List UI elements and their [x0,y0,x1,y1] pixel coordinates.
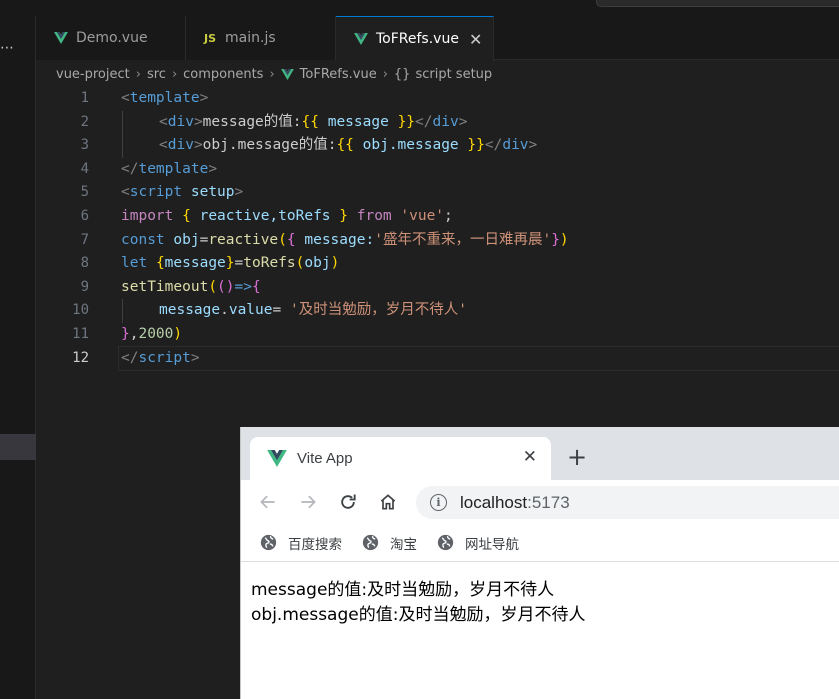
line-number: 7 [80,231,89,248]
reload-icon [341,494,356,509]
url-port: :5173 [527,492,570,512]
line-number: 6 [80,207,89,224]
code-line: import { reactive,toRefs } from 'vue'; [121,207,453,224]
command-center[interactable] [596,0,839,7]
line-number: 8 [80,255,89,272]
globe-icon [260,534,277,551]
tab-demo-vue[interactable]: Demo.vue [36,16,186,60]
code-editor[interactable]: <template> <div>message的值:{{ message }}<… [118,87,839,372]
code-line-current: </script> [118,345,839,372]
bookmark-label: 网址导航 [465,536,519,553]
bookmark-label: 百度搜索 [288,536,342,553]
home-icon [380,494,396,510]
message-output: message的值:及时当勉励，岁月不待人 [251,580,555,600]
browser-tab-title: Vite App [297,450,353,467]
address-bar[interactable]: i localhost:5173 [416,486,839,519]
chevron-right-icon: › [382,66,388,82]
close-tab-icon[interactable]: ✕ [523,447,537,467]
browser-tab-strip: Vite App ✕ + [241,427,839,480]
line-number: 1 [80,90,89,106]
breadcrumb-item[interactable]: script setup [415,67,492,82]
code-line: message.value= '及时当勉励，岁月不待人' [121,299,839,323]
activity-active-item[interactable] [0,434,36,460]
tab-tofrefs-vue[interactable]: ToFRefs.vue ✕ [336,16,494,61]
globe-icon [362,534,379,551]
line-numbers: 1 2 3 4 5 6 7 8 9 10 11 12 [36,87,106,370]
arrow-left-icon [260,495,275,509]
line-number: 4 [80,160,89,177]
vue-icon [280,68,294,80]
chevron-right-icon: › [171,66,178,82]
vue-icon [354,33,368,45]
code-line: <div>message的值:{{ message }}</div> [121,110,839,135]
tab-label: Demo.vue [76,30,148,46]
forward-button[interactable] [295,489,321,515]
arrow-right-icon [301,495,316,509]
bookmark-item[interactable]: 网址导航 [437,533,519,553]
bookmarks-bar: 百度搜索 淘宝 网址导航 [241,524,839,562]
new-tab-button[interactable]: + [567,443,587,471]
line-number: 10 [72,302,89,319]
code-line: const obj=reactive({ message:'盛年不重来，一日难再… [121,231,569,248]
breadcrumb-item[interactable]: vue-project [56,67,130,82]
activity-bar: ⋯ [0,16,36,699]
breadcrumb-item[interactable]: src [147,67,166,82]
vite-favicon-icon [267,450,287,467]
bookmark-label: 淘宝 [390,536,417,553]
code-line: <div>obj.message的值:{{ obj.message }}</di… [121,134,839,158]
line-number-current: 12 [72,349,89,366]
line-number: 9 [80,278,89,295]
bookmark-item[interactable]: 百度搜索 [260,533,342,553]
code-line: <script setup> [121,184,244,201]
code-line: let {message}=toRefs(obj) [121,255,340,272]
chevron-right-icon: › [135,66,141,82]
info-icon[interactable]: i [430,494,447,511]
breadcrumb-item[interactable]: ToFRefs.vue [300,67,377,82]
line-number: 3 [80,137,89,154]
tab-main-js[interactable]: JS main.js [186,16,336,60]
more-icon[interactable]: ⋯ [0,40,16,56]
page-content: message的值:及时当勉励，岁月不待人 obj.message的值:及时当勉… [241,563,839,699]
breadcrumb: vue-project › src › components › ToFRefs… [56,64,492,84]
tab-label: ToFRefs.vue [376,31,459,47]
line-number: 5 [80,184,89,201]
globe-icon [437,534,454,551]
braces-icon: {} [393,66,411,82]
reload-button[interactable] [335,489,361,515]
code-line: </template> [121,160,218,177]
obj-message-output: obj.message的值:及时当勉励，岁月不待人 [251,605,586,625]
title-bar [0,0,839,16]
browser-tab[interactable]: Vite App ✕ [250,437,551,480]
vue-icon [54,32,68,44]
browser-window: Vite App ✕ + i localhost:5173 百度搜索 淘宝 网… [240,427,839,699]
line-number: 11 [72,325,89,342]
code-line: setTimeout(()=>{ [121,278,261,295]
bookmark-item[interactable]: 淘宝 [362,533,417,553]
editor-tabs: Demo.vue JS main.js ToFRefs.vue ✕ [36,16,839,61]
browser-toolbar: i localhost:5173 [241,480,839,524]
close-icon[interactable]: ✕ [469,30,482,49]
line-number: 2 [80,113,89,130]
breadcrumb-item[interactable]: components [183,67,263,82]
chevron-right-icon: › [269,66,275,82]
url-host: localhost [460,492,528,512]
tab-label: main.js [225,30,276,46]
back-button[interactable] [255,489,281,515]
code-line: },2000) [121,325,183,342]
home-button[interactable] [375,489,401,515]
code-line: <template> [121,90,209,106]
js-icon: JS [204,31,217,45]
